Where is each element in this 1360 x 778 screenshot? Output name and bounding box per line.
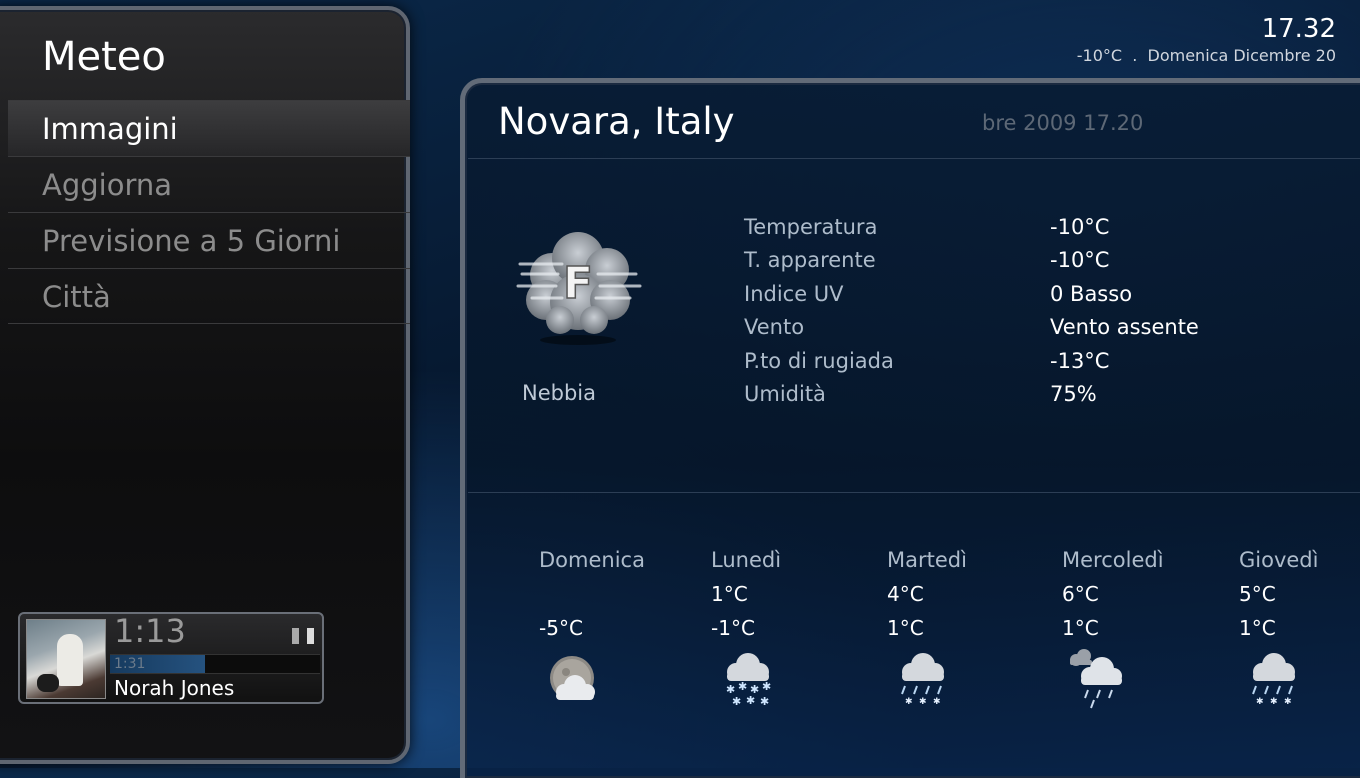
rain-showers-icon	[1070, 649, 1122, 709]
forecast-day-name: Giovedì	[1239, 548, 1319, 572]
forecast-low: -1°C	[711, 616, 755, 640]
svg-text:✱: ✱	[746, 694, 755, 707]
detail-value-temperature: -10°C	[1050, 215, 1110, 239]
forecast-day: Domenica -5°C	[539, 546, 689, 648]
menu-item-aggiorna[interactable]: Aggiorna	[8, 156, 410, 212]
fog-icon: F	[516, 232, 642, 345]
partly-cloudy-night-icon	[550, 656, 595, 700]
menu-title: Meteo	[42, 34, 166, 80]
clock: 17.32	[1261, 14, 1336, 44]
now-playing-artist: Norah Jones	[114, 676, 235, 700]
svg-text:F: F	[563, 258, 593, 309]
header-divider	[468, 158, 1360, 159]
details-values: -10°C -10°C 0 Basso Vento assente -13°C …	[1050, 213, 1199, 413]
forecast-high: 1°C	[711, 582, 748, 606]
menu-item-citta[interactable]: Città	[8, 268, 410, 324]
svg-text:✱: ✱	[762, 680, 771, 693]
location-title: Novara, Italy	[498, 100, 735, 143]
detail-label-temperature: Temperatura	[744, 215, 878, 239]
forecast-day: Lunedì 1°C -1°C	[711, 546, 861, 648]
details-labels: Temperatura T. apparente Indice UV Vento…	[744, 213, 894, 413]
forecast-day: Mercoledì 6°C 1°C	[1062, 546, 1212, 648]
svg-text:✱: ✱	[933, 697, 941, 707]
pause-icon[interactable]	[292, 628, 314, 644]
forecast-day-name: Martedì	[887, 548, 967, 572]
forecast-day: Martedì 4°C 1°C	[887, 546, 1037, 648]
detail-value-dewpoint: -13°C	[1050, 348, 1110, 373]
svg-text:✱: ✱	[732, 695, 741, 708]
snow-icon: ✱ ✱ ✱ ✱✱ ✱ ✱	[726, 653, 771, 708]
now-playing-widget[interactable]: 1:13 1:31 Norah Jones	[18, 612, 324, 704]
now-playing-elapsed-time: 1:31	[114, 656, 146, 672]
forecast-day: Giovedì 5°C 1°C	[1239, 546, 1360, 648]
forecast-low: 1°C	[887, 616, 924, 640]
forecast-day-name: Lunedì	[711, 548, 782, 572]
album-art	[26, 619, 106, 699]
detail-label-feels-like: T. apparente	[744, 248, 876, 273]
forecast-high	[539, 580, 689, 614]
detail-label-dewpoint: P.to di rugiada	[744, 348, 894, 373]
detail-label-uv: Indice UV	[744, 281, 844, 306]
condition-label: Nebbia	[522, 381, 596, 405]
forecast-high: 5°C	[1239, 582, 1276, 606]
detail-label-wind: Vento	[744, 315, 805, 340]
forecast-high: 6°C	[1062, 582, 1099, 606]
now-playing-progress-bar: 1:31	[110, 654, 320, 674]
menu-item-previsione[interactable]: Previsione a 5 Giorni	[8, 212, 410, 268]
sleet-icon: ✱ ✱ ✱	[901, 653, 944, 707]
svg-text:✱: ✱	[738, 680, 747, 693]
now-playing-remaining-time: 1:13	[114, 612, 186, 650]
svg-text:✱: ✱	[1256, 697, 1264, 707]
forecast-low: -5°C	[539, 616, 583, 640]
forecast-divider	[468, 492, 1360, 493]
sleet-icon: ✱ ✱ ✱	[1252, 653, 1295, 707]
svg-text:✱: ✱	[1284, 697, 1292, 707]
detail-value-uv: 0 Basso	[1050, 281, 1133, 306]
detail-value-feels-like: -10°C	[1050, 248, 1110, 273]
svg-text:✱: ✱	[760, 695, 769, 708]
last-updated: bre 2009 17.20	[982, 111, 1144, 135]
status-line: -10°C . Domenica Dicembre 20	[1076, 46, 1336, 65]
svg-text:✱: ✱	[919, 697, 927, 707]
forecast-day-name: Domenica	[539, 548, 645, 572]
detail-value-humidity: 75%	[1050, 381, 1097, 406]
forecast-low: 1°C	[1239, 616, 1276, 640]
detail-label-humidity: Umidità	[744, 381, 826, 406]
forecast-low: 1°C	[1062, 616, 1099, 640]
forecast-day-name: Mercoledì	[1062, 548, 1164, 572]
detail-value-wind: Vento assente	[1050, 315, 1199, 340]
svg-text:✱: ✱	[905, 697, 913, 707]
svg-text:✱: ✱	[1270, 697, 1278, 707]
menu-item-immagini[interactable]: Immagini	[8, 100, 410, 156]
forecast-high: 4°C	[887, 582, 924, 606]
menu-list: Immagini Aggiorna Previsione a 5 Giorni …	[8, 100, 410, 324]
